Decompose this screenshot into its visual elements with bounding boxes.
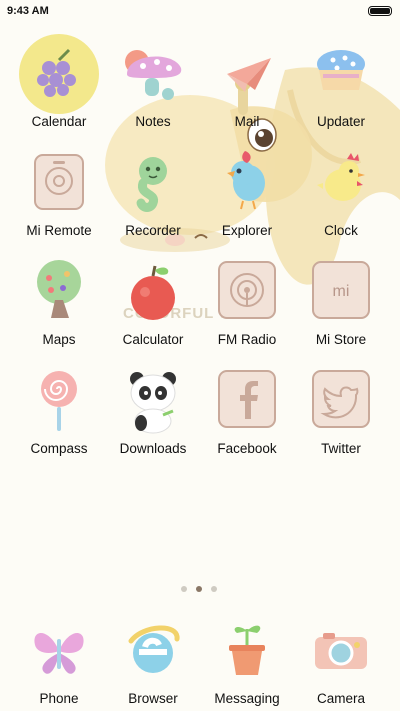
chick-icon (317, 153, 365, 201)
app-label: Mail (234, 114, 260, 129)
mushroom-icon (125, 50, 182, 100)
page-indicator (181, 586, 221, 594)
paper-plane-icon (227, 58, 271, 92)
page-dot-active[interactable] (196, 586, 202, 592)
app-label: Downloads (119, 441, 187, 456)
status-time: 9:43 AM (7, 5, 49, 17)
dock-messaging[interactable]: Messaging (199, 611, 295, 711)
cupcake-icon (317, 50, 365, 90)
twitter-icon (312, 370, 370, 428)
radio-icon (218, 261, 276, 319)
app-clock[interactable]: Clock (293, 143, 389, 247)
app-calculator[interactable]: Calculator (105, 252, 201, 356)
app-twitter[interactable]: Twitter (293, 361, 389, 465)
app-recorder[interactable]: Recorder (105, 143, 201, 247)
app-mi-remote[interactable]: Mi Remote (11, 143, 107, 247)
app-label: Clock (324, 223, 358, 238)
app-label: Compass (30, 441, 88, 456)
green-snake-icon (136, 157, 167, 212)
app-explorer[interactable]: Explorer (199, 143, 295, 247)
dock-browser[interactable]: Browser (105, 611, 201, 711)
lollipop-icon (41, 371, 77, 431)
app-label: Browser (128, 691, 178, 706)
app-label: Explorer (221, 223, 273, 238)
app-label: FM Radio (217, 332, 277, 347)
app-label: Phone (39, 691, 79, 706)
page-dot[interactable] (181, 586, 187, 592)
blue-bird-icon (227, 151, 265, 210)
app-label: Notes (135, 114, 171, 129)
browser-e-icon (128, 625, 180, 673)
app-calendar[interactable]: Calendar (11, 34, 107, 138)
app-facebook[interactable]: Facebook (199, 361, 295, 465)
app-mail[interactable]: Mail (199, 34, 295, 138)
status-bar: 9:43 AM (0, 0, 400, 22)
app-label: Camera (316, 691, 365, 706)
app-notes[interactable]: Notes (105, 34, 201, 138)
app-label: Calculator (122, 332, 184, 347)
remote-icon (34, 154, 84, 210)
app-updater[interactable]: Updater (293, 34, 389, 138)
app-label: Twitter (321, 441, 361, 456)
butterfly-icon (34, 632, 84, 674)
app-maps[interactable]: Maps (11, 252, 107, 356)
svg-text:mi: mi (333, 283, 350, 300)
apple-icon (131, 265, 175, 320)
app-label: Recorder (125, 223, 181, 238)
facebook-icon (218, 370, 276, 428)
grapes-icon (19, 34, 99, 114)
dock-phone[interactable]: Phone (11, 611, 107, 711)
app-label: Facebook (217, 441, 277, 456)
app-compass[interactable]: Compass (11, 361, 107, 465)
dock-camera[interactable]: Camera (293, 611, 389, 711)
panda-icon (130, 372, 176, 434)
app-label: Mi Remote (26, 223, 92, 238)
app-mi-store[interactable]: mi Mi Store (293, 252, 389, 356)
app-label: Messaging (214, 691, 280, 706)
app-label: Mi Store (315, 332, 367, 347)
tree-icon (37, 260, 81, 318)
app-label: Maps (42, 332, 76, 347)
camera-icon (315, 633, 367, 669)
battery-icon (368, 6, 392, 16)
app-label: Calendar (31, 114, 87, 129)
page-dot[interactable] (211, 586, 217, 592)
app-fm-radio[interactable]: FM Radio (199, 252, 295, 356)
sprout-pot-icon (229, 625, 265, 675)
app-label: Updater (316, 114, 366, 129)
app-downloads[interactable]: Downloads (105, 361, 201, 465)
mi-store-icon: mi (312, 261, 370, 319)
